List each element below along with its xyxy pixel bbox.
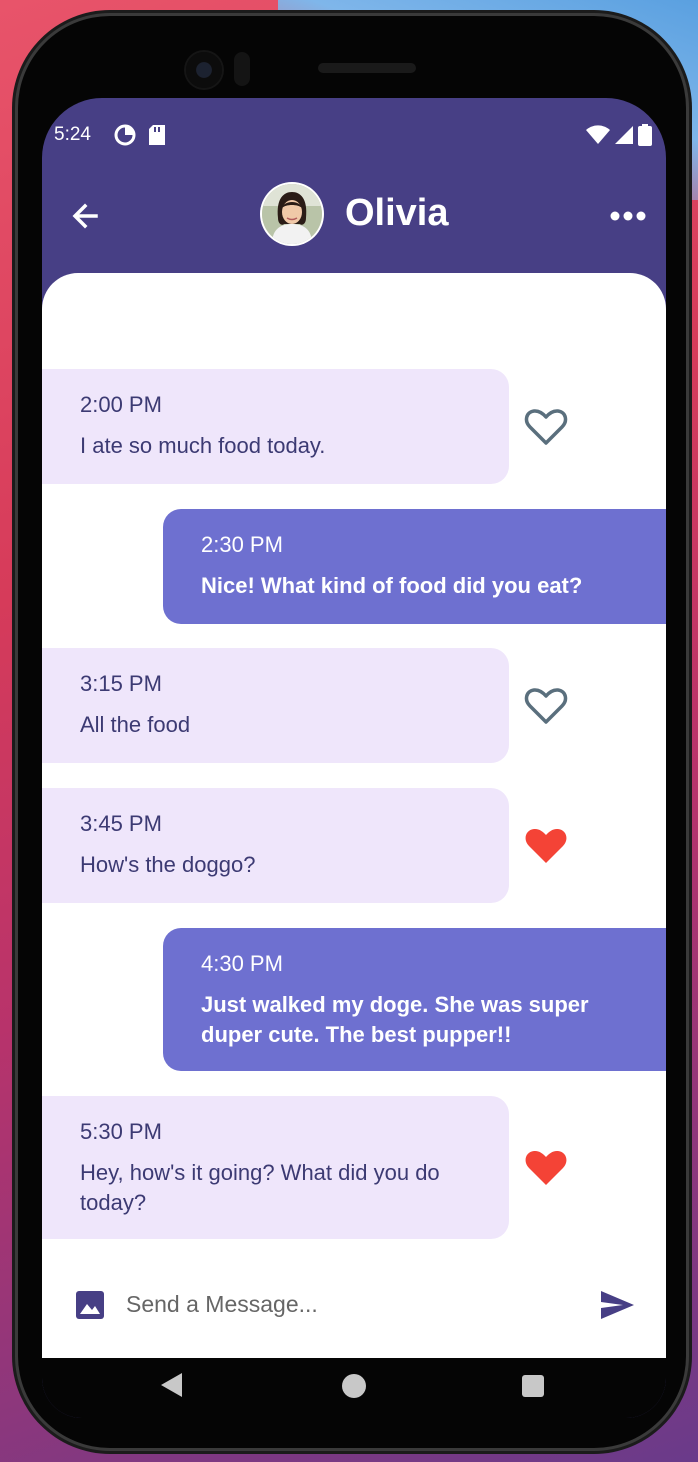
system-navigation-bar [42,1358,666,1418]
wifi-icon [586,125,610,151]
message-composer [42,1253,666,1358]
earpiece-speaker [318,63,416,73]
status-bar: 5:24 [42,98,666,168]
message-time: 5:30 PM [80,1119,162,1144]
message-text: Hey, how's it going? What did you do tod… [80,1160,440,1215]
message-bubble-incoming[interactable]: 5:30 PM Hey, how's it going? What did yo… [42,1096,509,1239]
message-bubble-incoming[interactable]: 2:00 PM I ate so much food today. [42,369,509,484]
front-camera [186,52,222,88]
data-saver-icon [114,124,136,152]
like-button[interactable] [524,686,568,726]
message-bubble-incoming[interactable]: 3:45 PM How's the doggo? [42,788,509,903]
proximity-sensor [234,52,250,86]
arrow-left-icon [72,203,98,229]
battery-icon [638,124,652,152]
status-time: 5:24 [54,124,91,145]
heart-outline-icon [524,688,568,724]
message-text: All the food [80,712,191,737]
nav-home-button[interactable] [342,1374,366,1398]
more-horizontal-icon [610,211,646,221]
message-input[interactable] [126,1279,576,1329]
send-icon [601,1291,634,1319]
phone-frame: 5:24 Olivia 2:00 PM I ate so much food t… [18,16,686,1448]
message-time: 4:30 PM [201,951,283,976]
message-bubble-incoming[interactable]: 3:15 PM All the food [42,648,509,763]
attach-image-button[interactable] [74,1289,106,1321]
message-text: How's the doggo? [80,852,256,877]
chat-header: Olivia [42,178,666,258]
image-icon [76,1291,104,1319]
message-time: 2:00 PM [80,392,162,417]
message-time: 3:45 PM [80,811,162,836]
send-button[interactable] [597,1285,637,1325]
like-button[interactable] [524,826,568,866]
triangle-back-icon [161,1373,182,1397]
contact-avatar[interactable] [262,184,322,244]
message-text: I ate so much food today. [80,433,326,458]
more-options-button[interactable] [608,198,648,234]
heart-filled-icon [525,1150,567,1185]
nav-back-button[interactable] [160,1372,184,1403]
heart-outline-icon [524,409,568,445]
heart-filled-icon [525,828,567,863]
message-time: 2:30 PM [201,532,283,557]
like-button[interactable] [524,1148,568,1188]
message-bubble-outgoing[interactable]: 2:30 PM Nice! What kind of food did you … [163,509,666,624]
message-text: Just walked my doge. She was super duper… [201,992,589,1047]
back-button[interactable] [66,196,106,236]
message-bubble-outgoing[interactable]: 4:30 PM Just walked my doge. She was sup… [163,928,666,1071]
message-list[interactable]: 2:00 PM I ate so much food today. 2:30 P… [42,273,666,1358]
like-button[interactable] [524,407,568,447]
app-screen: 5:24 Olivia 2:00 PM I ate so much food t… [42,98,666,1418]
contact-name: Olivia [345,192,449,234]
message-text: Nice! What kind of food did you eat? [201,573,583,598]
nav-recents-button[interactable] [522,1375,544,1397]
sd-card-icon [148,124,166,152]
message-time: 3:15 PM [80,671,162,696]
cell-signal-icon [614,125,634,151]
